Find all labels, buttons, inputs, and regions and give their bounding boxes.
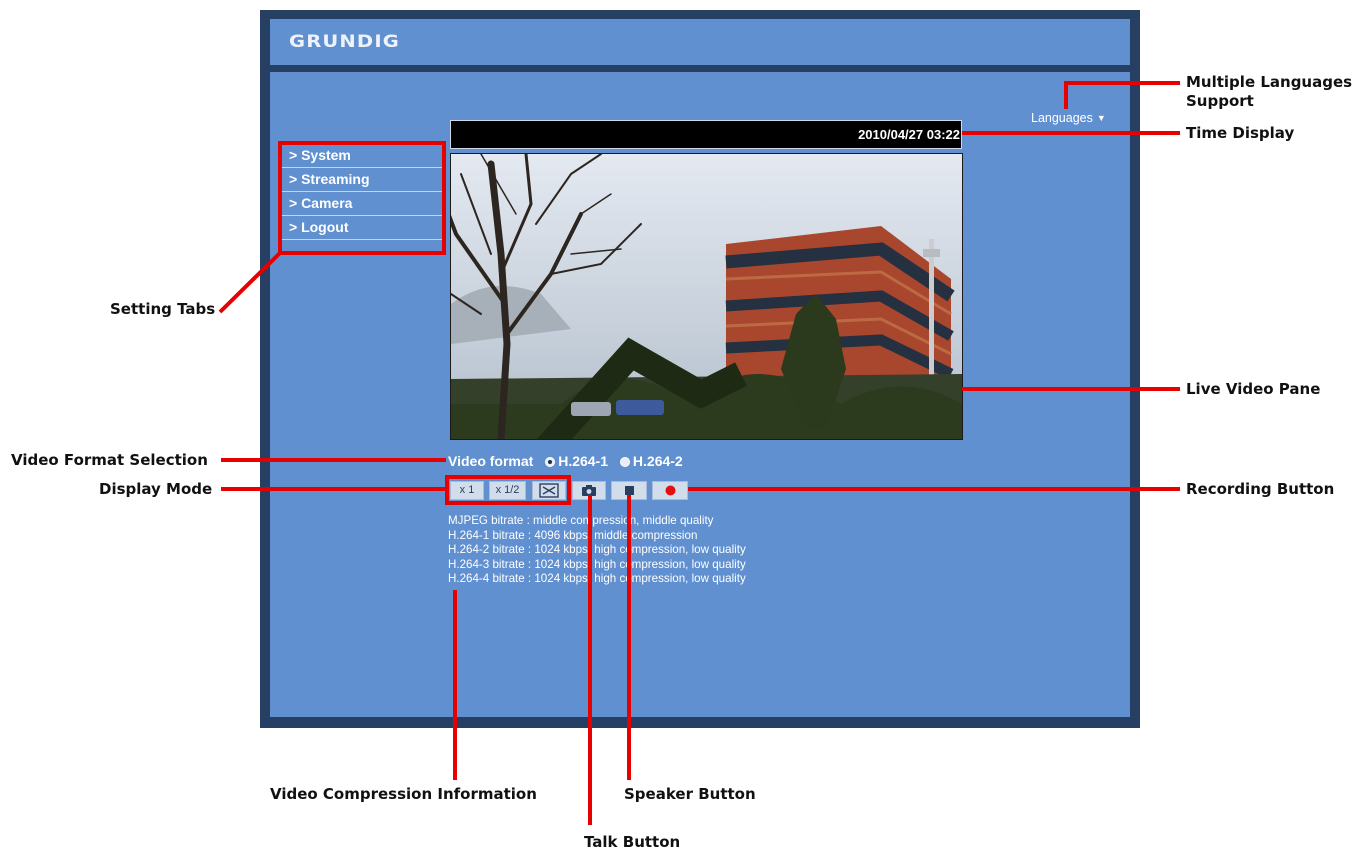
live-video-callout-line	[962, 387, 1180, 391]
dropdown-arrow-icon: ▼	[1096, 113, 1106, 123]
compression-info-line: H.264-3 bitrate : 1024 kbps, high compre…	[448, 557, 746, 571]
setting-tabs-highlight	[278, 141, 446, 255]
compression-callout-line	[453, 590, 457, 780]
timestamp: 2010/04/27 03:22	[858, 127, 960, 142]
video-format-label: Video format	[448, 453, 534, 469]
setting-tabs-callout-line	[218, 250, 283, 314]
compression-info-line: H.264-1 bitrate : 4096 kbps, middle comp…	[448, 528, 698, 542]
stop-square-icon	[624, 486, 634, 495]
live-video-pane[interactable]	[450, 153, 963, 440]
compression-info-line: MJPEG bitrate : middle compression, midd…	[448, 514, 714, 527]
live-video-image	[451, 154, 962, 439]
time-display-bar: 2010/04/27 03:22	[450, 120, 962, 149]
callout-video-format: Video Format Selection	[11, 451, 208, 469]
brand-logo: GRUNDIG	[289, 32, 400, 52]
callout-display-mode: Display Mode	[99, 480, 213, 498]
callout-label: Multiple Languages Support	[1186, 73, 1353, 110]
callout-setting-tabs: Setting Tabs	[110, 300, 216, 318]
video-format-option-label: H.264-1	[558, 453, 609, 469]
callout-speaker-button: Speaker Button	[624, 785, 756, 803]
radio-selected-icon	[545, 457, 556, 467]
display-mode-highlight	[445, 475, 571, 505]
talk-callout-line	[588, 495, 592, 825]
time-callout-line	[962, 131, 1180, 135]
video-format-option-label: H.264-2	[632, 453, 683, 469]
compression-info: MJPEG bitrate : middle compression, midd…	[448, 514, 746, 587]
speaker-callout-line	[627, 495, 631, 780]
callout-recording-button: Recording Button	[1186, 480, 1335, 498]
callout-live-video-pane: Live Video Pane	[1186, 380, 1321, 398]
callout-languages: Multiple Languages Support	[1186, 73, 1361, 111]
languages-callout-line	[1064, 81, 1180, 85]
record-dot-icon	[665, 485, 675, 496]
languages-label: Languages	[1031, 111, 1093, 125]
recording-button[interactable]	[652, 481, 688, 500]
compression-info-line: H.264-4 bitrate : 1024 kbps, high compre…	[448, 572, 746, 585]
callout-compression-info: Video Compression Information	[270, 785, 537, 803]
languages-callout-line	[1064, 81, 1068, 109]
recording-callout-line	[688, 487, 1180, 491]
display-mode-callout-line	[221, 487, 445, 491]
video-format-option-h264-2[interactable]: H.264-2	[619, 453, 683, 469]
video-format-option-h264-1[interactable]: H.264-1	[545, 453, 608, 469]
languages-dropdown[interactable]: Languages ▼	[1031, 111, 1106, 125]
video-format-selection: Video format H.264-1 H.264-2	[448, 453, 683, 469]
callout-talk-button: Talk Button	[584, 833, 681, 851]
callout-time-display: Time Display	[1186, 124, 1295, 142]
compression-info-line: H.264-2 bitrate : 1024 kbps, high compre…	[448, 543, 746, 556]
header-bar: GRUNDIG	[270, 19, 1130, 65]
radio-unselected-icon	[619, 457, 630, 467]
video-format-callout-line	[221, 458, 446, 462]
